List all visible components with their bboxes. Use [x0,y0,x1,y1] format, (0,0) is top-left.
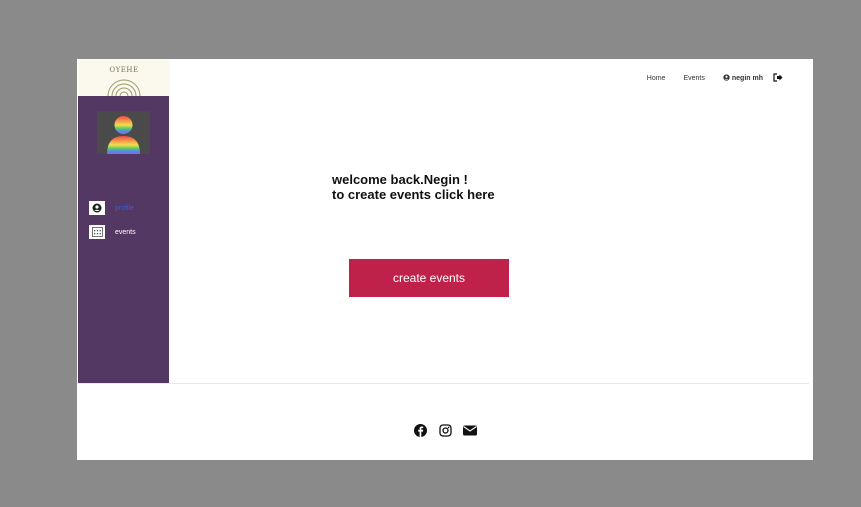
sidebar: profile events [78,96,169,383]
top-nav: Home Events negin mh [629,73,783,84]
sidebar-item-label: events [115,228,136,236]
facebook-icon[interactable] [413,423,427,437]
sidebar-item-label: profile [115,204,135,212]
social-links [413,423,488,437]
instagram-icon[interactable] [438,423,452,437]
nav-home-link[interactable]: Home [647,75,666,82]
envelope-icon[interactable] [463,423,477,437]
calendar-icon [89,225,105,239]
rainbow-logo-icon [107,79,141,96]
user-menu[interactable]: negin mh [723,74,763,83]
logout-icon[interactable] [773,73,783,84]
avatar [97,111,150,154]
create-events-button[interactable]: create events [349,259,509,297]
sidebar-item-events[interactable]: events [89,225,136,239]
welcome-message: welcome back.Negin ! to create events cl… [332,172,495,202]
welcome-line: welcome back.Negin ! [332,172,468,187]
logo[interactable]: OYEHE [78,60,170,96]
rainbow-person-icon [107,116,140,154]
sidebar-item-profile[interactable]: profile [89,201,134,215]
user-circle-icon [89,201,105,215]
nav-events-link[interactable]: Events [683,75,704,82]
create-events-prompt: to create events click here [332,187,495,202]
user-name: negin mh [731,75,763,82]
user-icon [723,74,730,83]
logo-text: OYEHE [109,66,139,74]
app-window: OYEHE profile events Home Events negin m… [77,59,813,460]
footer-divider [77,383,809,384]
